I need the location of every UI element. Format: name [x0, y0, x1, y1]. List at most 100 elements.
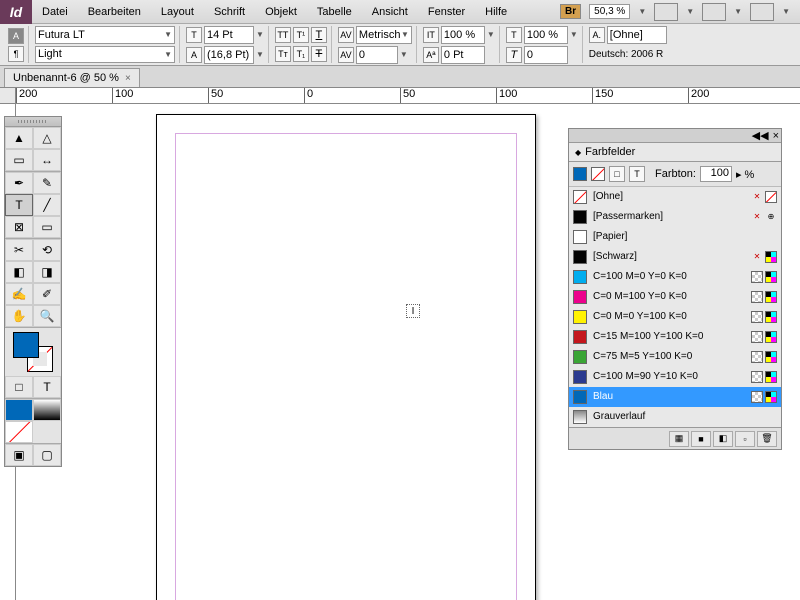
eyedropper-tool[interactable]: ✐: [33, 283, 61, 305]
swatch-chip: [573, 190, 587, 204]
font-size-input[interactable]: 14 Pt: [204, 26, 254, 44]
panel-header[interactable]: ◀◀ ×: [569, 129, 781, 143]
swatch-type-icon: [765, 351, 777, 363]
menu-hilfe[interactable]: Hilfe: [475, 0, 517, 24]
format-text-icon[interactable]: T: [33, 376, 61, 398]
document-tab[interactable]: Unbenannt-6 @ 50 % ×: [4, 68, 140, 87]
swatch-row[interactable]: [Schwarz]✕: [569, 247, 781, 267]
workspace-icon[interactable]: [750, 3, 774, 21]
gap-tool[interactable]: ↔: [33, 149, 61, 171]
close-icon[interactable]: ×: [125, 73, 131, 84]
collapse-icon[interactable]: ◀◀: [752, 129, 769, 142]
swatch-type-icon: ✕: [751, 211, 763, 223]
panel-tab[interactable]: ◆Farbfelder: [569, 143, 781, 162]
close-panel-icon[interactable]: ×: [773, 130, 779, 142]
allcaps-icon[interactable]: TT: [275, 27, 291, 43]
swatch-row[interactable]: [Passermarken]✕⊕: [569, 207, 781, 227]
tracking-input[interactable]: 0: [356, 46, 398, 64]
gradient-feather-tool[interactable]: ◨: [33, 261, 61, 283]
show-gradient-swatches-icon[interactable]: ◧: [713, 431, 733, 447]
swatch-row[interactable]: C=15 M=100 Y=100 K=0: [569, 327, 781, 347]
pen-tool[interactable]: ✒: [5, 172, 33, 194]
charstyle-select[interactable]: [Ohne]: [607, 26, 667, 44]
format-container-icon[interactable]: □: [5, 376, 33, 398]
page-tool[interactable]: ▭: [5, 149, 33, 171]
show-color-swatches-icon[interactable]: ■: [691, 431, 711, 447]
swatch-row[interactable]: [Ohne]✕: [569, 187, 781, 207]
note-tool[interactable]: ✍: [5, 283, 33, 305]
toolbox-grip[interactable]: [5, 117, 61, 127]
zoom-tool[interactable]: 🔍: [33, 305, 61, 327]
screen-mode-icon[interactable]: [654, 3, 678, 21]
zoom-field[interactable]: 50,3 %: [589, 4, 630, 19]
fill-stroke-swatch[interactable]: [13, 332, 53, 372]
tint-input[interactable]: 100: [700, 166, 732, 182]
bridge-button[interactable]: Br: [560, 4, 581, 19]
leading-input[interactable]: (16,8 Pt): [204, 46, 254, 64]
swatch-type-icon: [765, 191, 777, 203]
transform-tool[interactable]: ⟲: [33, 239, 61, 261]
arrange-icon[interactable]: [702, 3, 726, 21]
apply-color-icon[interactable]: [5, 399, 33, 421]
swatch-row[interactable]: Blau: [569, 387, 781, 407]
swatch-row[interactable]: Grauverlauf: [569, 407, 781, 427]
rect-tool[interactable]: ▭: [33, 216, 61, 238]
language-select[interactable]: Deutsch: 2006 R: [589, 49, 664, 60]
zoom-dropdown-icon[interactable]: ▼: [638, 7, 646, 16]
direct-selection-tool[interactable]: △: [33, 127, 61, 149]
menu-fenster[interactable]: Fenster: [418, 0, 475, 24]
menu-schrift[interactable]: Schrift: [204, 0, 255, 24]
toolbox: ▲ △ ▭ ↔ ✒ ✎ T ╱ ⊠ ▭ ✂ ⟲ ◧ ◨ ✍ ✐ ✋ 🔍 □: [4, 116, 62, 467]
view-mode-normal[interactable]: ▣: [5, 444, 33, 466]
hscale-input[interactable]: 100 %: [524, 26, 568, 44]
selection-tool[interactable]: ▲: [5, 127, 33, 149]
tint-slider-icon[interactable]: ▸ %: [736, 168, 754, 181]
container-format-icon[interactable]: □: [609, 166, 625, 182]
kerning-select[interactable]: Metrisch▼: [356, 26, 412, 44]
para-format-icon[interactable]: ¶: [8, 46, 24, 62]
swatch-row[interactable]: C=100 M=0 Y=0 K=0: [569, 267, 781, 287]
smallcaps-icon[interactable]: Tᴛ: [275, 46, 291, 62]
underline-icon[interactable]: T: [311, 27, 327, 43]
stroke-indicator[interactable]: [591, 167, 605, 181]
baseline-icon: Aª: [423, 47, 439, 63]
apply-gradient-icon[interactable]: [33, 399, 61, 421]
subscript-icon[interactable]: T₁: [293, 46, 309, 62]
rect-frame-tool[interactable]: ⊠: [5, 216, 33, 238]
delete-swatch-icon[interactable]: 🗑: [757, 431, 777, 447]
apply-none-icon[interactable]: [5, 421, 33, 443]
swatch-row[interactable]: C=100 M=90 Y=10 K=0: [569, 367, 781, 387]
menu-datei[interactable]: Datei: [32, 0, 78, 24]
swatch-name: [Schwarz]: [593, 251, 745, 262]
view-mode-preview[interactable]: ▢: [33, 444, 61, 466]
text-format-icon[interactable]: T: [629, 166, 645, 182]
gradient-tool[interactable]: ◧: [5, 261, 33, 283]
swatch-row[interactable]: C=0 M=100 Y=0 K=0: [569, 287, 781, 307]
hand-tool[interactable]: ✋: [5, 305, 33, 327]
font-family-select[interactable]: Futura LT▼: [35, 26, 175, 44]
swatch-row[interactable]: [Papier]: [569, 227, 781, 247]
fill-swatch[interactable]: [13, 332, 39, 358]
baseline-input[interactable]: 0 Pt: [441, 46, 485, 64]
new-swatch-icon[interactable]: ▫: [735, 431, 755, 447]
menu-layout[interactable]: Layout: [151, 0, 204, 24]
swatch-row[interactable]: C=75 M=5 Y=100 K=0: [569, 347, 781, 367]
superscript-icon[interactable]: T¹: [293, 27, 309, 43]
swatch-row[interactable]: C=0 M=0 Y=100 K=0: [569, 307, 781, 327]
menu-objekt[interactable]: Objekt: [255, 0, 307, 24]
pencil-tool[interactable]: ✎: [33, 172, 61, 194]
skew-input[interactable]: 0: [524, 46, 568, 64]
menu-ansicht[interactable]: Ansicht: [362, 0, 418, 24]
type-tool[interactable]: T: [5, 194, 33, 216]
menu-tabelle[interactable]: Tabelle: [307, 0, 362, 24]
ruler-origin[interactable]: [0, 88, 16, 104]
strike-icon[interactable]: T: [311, 46, 327, 62]
fill-indicator[interactable]: [573, 167, 587, 181]
font-weight-select[interactable]: Light▼: [35, 46, 175, 64]
vscale-input[interactable]: 100 %: [441, 26, 485, 44]
menu-bearbeiten[interactable]: Bearbeiten: [78, 0, 151, 24]
scissors-tool[interactable]: ✂: [5, 239, 33, 261]
show-all-swatches-icon[interactable]: ▦: [669, 431, 689, 447]
line-tool[interactable]: ╱: [33, 194, 61, 216]
char-format-icon[interactable]: A: [8, 28, 24, 44]
